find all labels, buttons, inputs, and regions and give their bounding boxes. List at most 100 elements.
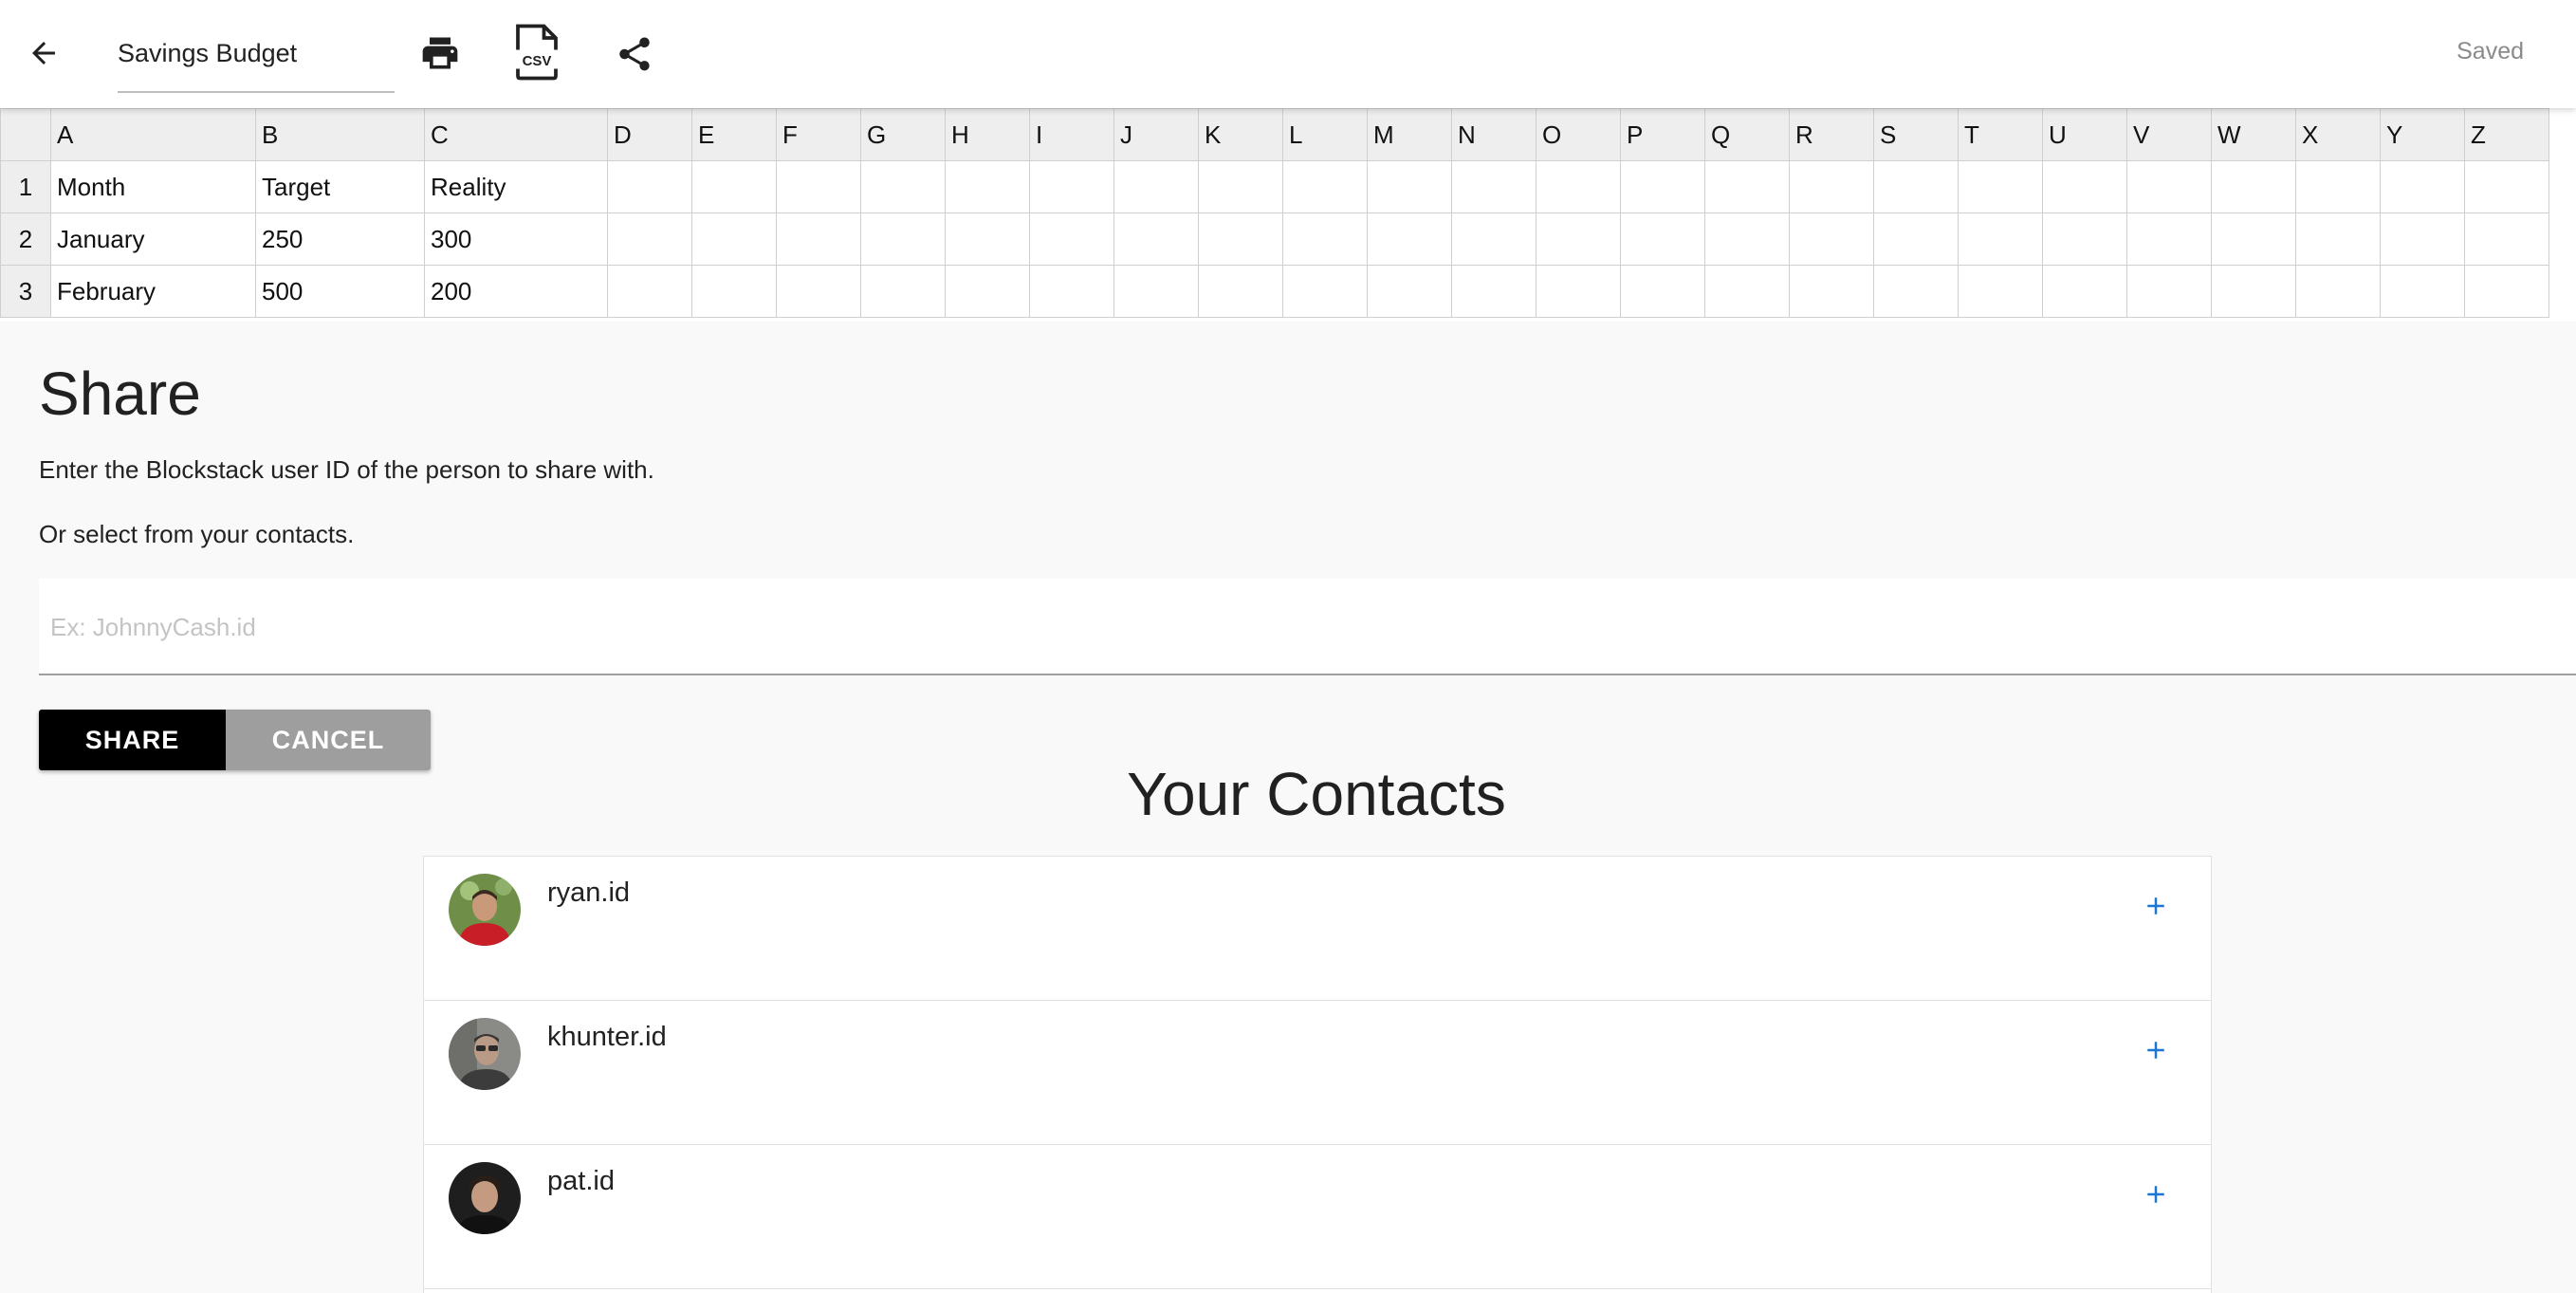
cell-t2[interactable] [1958,212,2043,266]
row-header[interactable]: 1 [0,160,51,213]
cell-a3[interactable]: February [50,265,256,318]
cell-u3[interactable] [2042,265,2127,318]
column-header-n[interactable]: N [1451,108,1536,161]
cell-t1[interactable] [1958,160,2043,213]
column-header-a[interactable]: A [50,108,256,161]
share-button-toolbar[interactable] [607,27,662,82]
cell-q3[interactable] [1704,265,1790,318]
cell-y3[interactable] [2380,265,2465,318]
cell-l2[interactable] [1282,212,1368,266]
cell-r2[interactable] [1789,212,1874,266]
column-header-c[interactable]: C [424,108,608,161]
cell-a1[interactable]: Month [50,160,256,213]
cell-e2[interactable] [691,212,777,266]
column-header-h[interactable]: H [945,108,1030,161]
cell-x3[interactable] [2295,265,2381,318]
cell-g2[interactable] [860,212,946,266]
column-header-m[interactable]: M [1367,108,1452,161]
column-header-f[interactable]: F [776,108,861,161]
column-header-j[interactable]: J [1113,108,1199,161]
add-contact-button[interactable] [2135,885,2177,927]
cell-i1[interactable] [1029,160,1114,213]
cell-c3[interactable]: 200 [424,265,608,318]
corner-cell[interactable] [0,108,51,161]
user-id-input[interactable] [48,598,2518,656]
cell-o2[interactable] [1536,212,1621,266]
cell-d2[interactable] [607,212,692,266]
cell-g1[interactable] [860,160,946,213]
column-header-t[interactable]: T [1958,108,2043,161]
cell-v1[interactable] [2126,160,2212,213]
cell-n2[interactable] [1451,212,1536,266]
cell-b1[interactable]: Target [255,160,425,213]
export-csv-button[interactable]: CSV [508,21,565,83]
cell-j1[interactable] [1113,160,1199,213]
cell-o3[interactable] [1536,265,1621,318]
cell-w1[interactable] [2211,160,2296,213]
column-header-p[interactable]: P [1620,108,1705,161]
column-header-v[interactable]: V [2126,108,2212,161]
column-header-y[interactable]: Y [2380,108,2465,161]
cell-j2[interactable] [1113,212,1199,266]
contact-item[interactable]: pat.id [424,1145,2211,1289]
row-header[interactable]: 3 [0,265,51,318]
column-header-z[interactable]: Z [2464,108,2549,161]
column-header-x[interactable]: X [2295,108,2381,161]
row-header[interactable]: 2 [0,212,51,266]
column-header-d[interactable]: D [607,108,692,161]
cell-r1[interactable] [1789,160,1874,213]
cell-n3[interactable] [1451,265,1536,318]
back-button[interactable] [19,28,68,78]
cell-z1[interactable] [2464,160,2549,213]
cell-f1[interactable] [776,160,861,213]
cell-q2[interactable] [1704,212,1790,266]
cell-s3[interactable] [1873,265,1959,318]
column-header-e[interactable]: E [691,108,777,161]
cell-k1[interactable] [1198,160,1283,213]
column-header-i[interactable]: I [1029,108,1114,161]
column-header-w[interactable]: W [2211,108,2296,161]
cell-y1[interactable] [2380,160,2465,213]
cell-b2[interactable]: 250 [255,212,425,266]
contact-item[interactable]: khunter.id [424,1001,2211,1145]
document-title-input[interactable] [118,25,395,82]
cell-u1[interactable] [2042,160,2127,213]
cell-x2[interactable] [2295,212,2381,266]
cell-d1[interactable] [607,160,692,213]
cell-h3[interactable] [945,265,1030,318]
cell-y2[interactable] [2380,212,2465,266]
cell-z3[interactable] [2464,265,2549,318]
cell-v2[interactable] [2126,212,2212,266]
cell-v3[interactable] [2126,265,2212,318]
cell-e3[interactable] [691,265,777,318]
cell-r3[interactable] [1789,265,1874,318]
cell-x1[interactable] [2295,160,2381,213]
column-header-b[interactable]: B [255,108,425,161]
cell-s1[interactable] [1873,160,1959,213]
cell-k2[interactable] [1198,212,1283,266]
cell-w3[interactable] [2211,265,2296,318]
cell-c1[interactable]: Reality [424,160,608,213]
column-header-k[interactable]: K [1198,108,1283,161]
cell-h2[interactable] [945,212,1030,266]
cell-k3[interactable] [1198,265,1283,318]
cell-p2[interactable] [1620,212,1705,266]
cell-a2[interactable]: January [50,212,256,266]
print-button[interactable] [414,27,467,80]
cell-d3[interactable] [607,265,692,318]
column-header-s[interactable]: S [1873,108,1959,161]
cell-l1[interactable] [1282,160,1368,213]
cell-s2[interactable] [1873,212,1959,266]
column-header-q[interactable]: Q [1704,108,1790,161]
cell-e1[interactable] [691,160,777,213]
add-contact-button[interactable] [2135,1029,2177,1071]
cell-c2[interactable]: 300 [424,212,608,266]
cell-j3[interactable] [1113,265,1199,318]
cell-m1[interactable] [1367,160,1452,213]
column-header-o[interactable]: O [1536,108,1621,161]
cell-o1[interactable] [1536,160,1621,213]
cell-p3[interactable] [1620,265,1705,318]
contact-item[interactable]: ryan.id [424,857,2211,1001]
column-header-g[interactable]: G [860,108,946,161]
column-header-u[interactable]: U [2042,108,2127,161]
